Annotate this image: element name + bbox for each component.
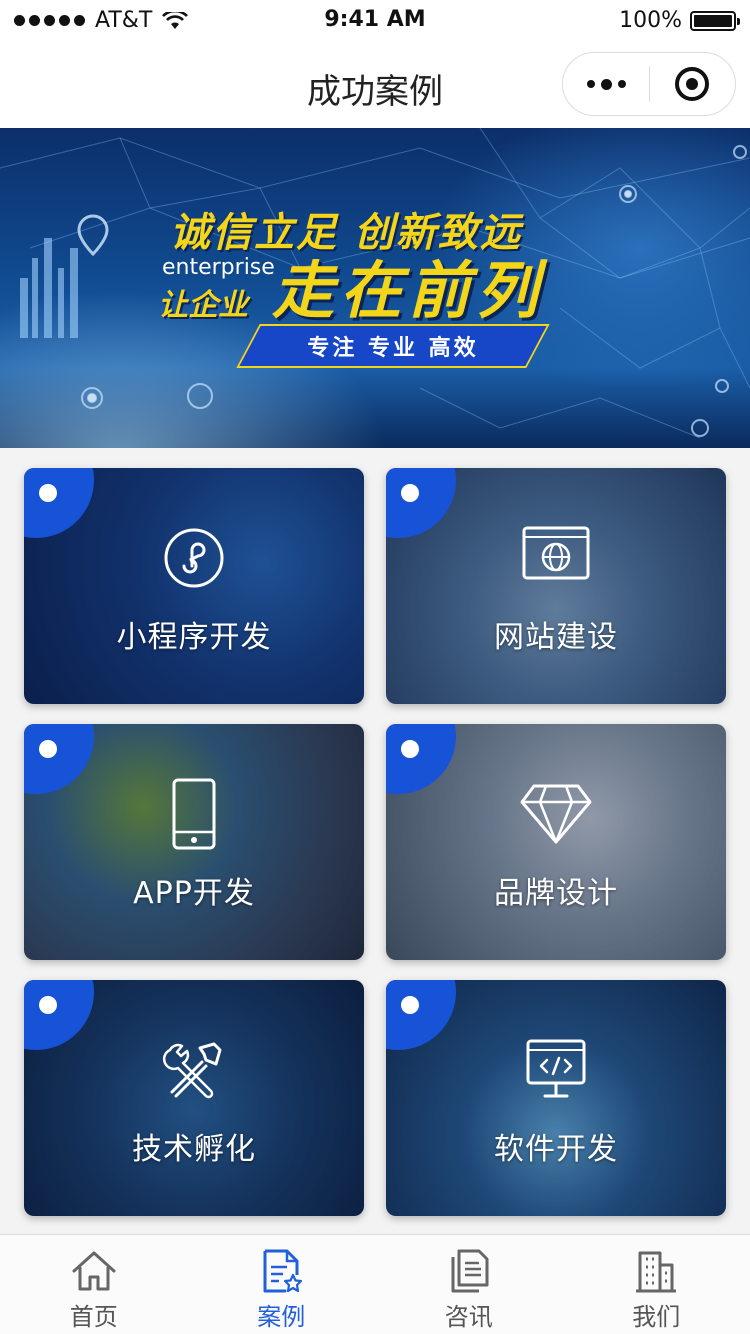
tab-label: 咨讯 xyxy=(444,1303,493,1331)
banner-english: enterprise xyxy=(162,255,275,280)
tab-cases[interactable]: 案例 xyxy=(188,1235,376,1334)
tab-label: 我们 xyxy=(632,1303,681,1331)
card-software[interactable]: 软件开发 xyxy=(386,980,726,1216)
more-menu-button[interactable] xyxy=(563,53,649,115)
banner-sub-main: 走在前列 xyxy=(272,254,545,327)
card-website[interactable]: 网站建设 xyxy=(386,468,726,704)
smartphone-icon xyxy=(172,778,216,850)
tab-label: 首页 xyxy=(69,1303,118,1331)
card-label: 网站建设 xyxy=(494,620,618,655)
card-mini-program[interactable]: 小程序开发 xyxy=(24,468,364,704)
card-label: 小程序开发 xyxy=(116,620,272,655)
globe-browser-icon xyxy=(522,526,590,580)
document-star-icon xyxy=(263,1249,303,1293)
tab-about[interactable]: 我们 xyxy=(563,1235,750,1334)
battery-percent: 100% xyxy=(619,8,682,33)
service-grid: 小程序开发 网站建设 APP开发 品牌设计 技术孵化 软件开发 xyxy=(24,468,726,1216)
building-icon xyxy=(636,1251,677,1293)
card-app[interactable]: APP开发 xyxy=(24,724,364,960)
card-label: APP开发 xyxy=(133,876,255,911)
card-label: 软件开发 xyxy=(494,1132,618,1167)
navigation-bar: 成功案例 xyxy=(0,40,750,128)
tools-icon xyxy=(162,1042,222,1099)
close-mini-program-button[interactable] xyxy=(650,53,735,115)
card-tech-incubation[interactable]: 技术孵化 xyxy=(24,980,364,1216)
card-brand-design[interactable]: 品牌设计 xyxy=(386,724,726,960)
mini-program-capsule xyxy=(562,52,736,116)
tab-home[interactable]: 首页 xyxy=(0,1235,188,1334)
tab-label: 案例 xyxy=(257,1303,306,1331)
diamond-icon xyxy=(520,784,592,844)
mini-program-icon xyxy=(164,528,224,588)
status-bar: AT&T 9:41 AM 100% xyxy=(0,0,750,40)
battery-icon xyxy=(690,10,740,31)
hero-banner[interactable]: 诚信立足 创新致远 enterprise 让企业 走在前列 专注 专业 高效 xyxy=(0,128,750,448)
news-icon xyxy=(451,1249,489,1293)
banner-slogan: 专注 专业 高效 xyxy=(307,336,479,361)
card-label: 品牌设计 xyxy=(494,876,618,911)
code-monitor-icon xyxy=(526,1039,586,1098)
banner-sub-prefix: 让企业 xyxy=(158,288,248,323)
home-icon xyxy=(72,1251,116,1291)
card-label: 技术孵化 xyxy=(132,1132,256,1167)
tab-bar: 首页 案例 咨讯 我们 xyxy=(0,1234,750,1334)
target-icon xyxy=(675,67,710,101)
tab-news[interactable]: 咨讯 xyxy=(375,1235,563,1334)
